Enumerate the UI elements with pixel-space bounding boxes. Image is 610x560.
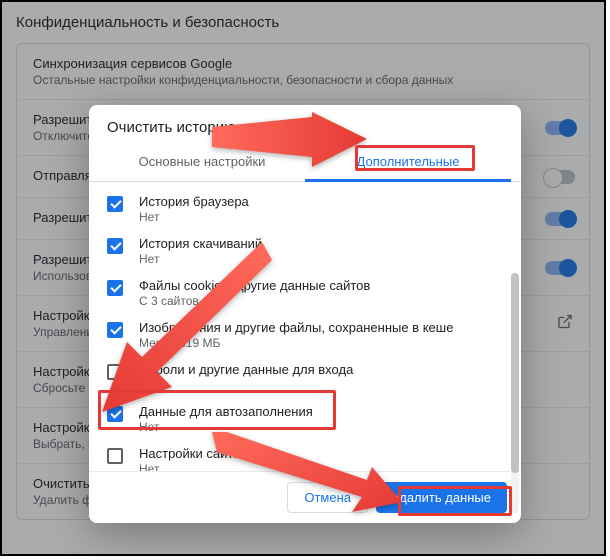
item-sub: Нет — [139, 420, 313, 434]
item-sub: С 3 сайтов — [139, 294, 370, 308]
list-item[interactable]: Изображения и другие файлы, сохраненные … — [107, 314, 513, 356]
checkbox-site-settings[interactable] — [107, 448, 123, 464]
item-sub: Менее 319 МБ — [139, 336, 453, 350]
item-title: Изображения и другие файлы, сохраненные … — [139, 320, 453, 335]
delete-data-button[interactable]: Удалить данные — [376, 482, 507, 513]
item-sub: Нет — [139, 462, 240, 471]
checkbox-autofill[interactable] — [107, 406, 123, 422]
dialog-footer: Отмена Удалить данные — [89, 471, 521, 523]
dialog-list: История браузераНет История скачиванийНе… — [89, 182, 521, 471]
list-item[interactable]: История скачиванийНет — [107, 230, 513, 272]
tab-advanced[interactable]: Дополнительные — [305, 144, 511, 182]
item-title: Настройки сайта — [139, 446, 240, 461]
list-item[interactable]: Настройки сайтаНет — [107, 440, 513, 471]
clear-history-dialog: Очистить историю Основные настройки Допо… — [89, 105, 521, 523]
item-title: История браузера — [139, 194, 249, 209]
dialog-tabs: Основные настройки Дополнительные — [89, 144, 521, 182]
item-title: Файлы cookie и другие данные сайтов — [139, 278, 370, 293]
list-item[interactable]: История браузераНет — [107, 188, 513, 230]
list-item[interactable]: Пароли и другие данные для входаНет — [107, 356, 513, 398]
tab-basic[interactable]: Основные настройки — [99, 144, 305, 181]
list-item[interactable]: Данные для автозаполненияНет — [107, 398, 513, 440]
item-sub: Нет — [139, 378, 353, 392]
checkbox-browsing-history[interactable] — [107, 196, 123, 212]
item-sub: Нет — [139, 252, 262, 266]
item-sub: Нет — [139, 210, 249, 224]
scrollbar-thumb[interactable] — [511, 273, 519, 473]
dialog-title: Очистить историю — [89, 105, 521, 144]
item-title: История скачиваний — [139, 236, 262, 251]
checkbox-cookies[interactable] — [107, 280, 123, 296]
cancel-button[interactable]: Отмена — [287, 482, 368, 513]
checkbox-passwords[interactable] — [107, 364, 123, 380]
item-title: Пароли и другие данные для входа — [139, 362, 353, 377]
list-item[interactable]: Файлы cookie и другие данные сайтовС 3 с… — [107, 272, 513, 314]
checkbox-cached-images[interactable] — [107, 322, 123, 338]
item-title: Данные для автозаполнения — [139, 404, 313, 419]
checkbox-download-history[interactable] — [107, 238, 123, 254]
